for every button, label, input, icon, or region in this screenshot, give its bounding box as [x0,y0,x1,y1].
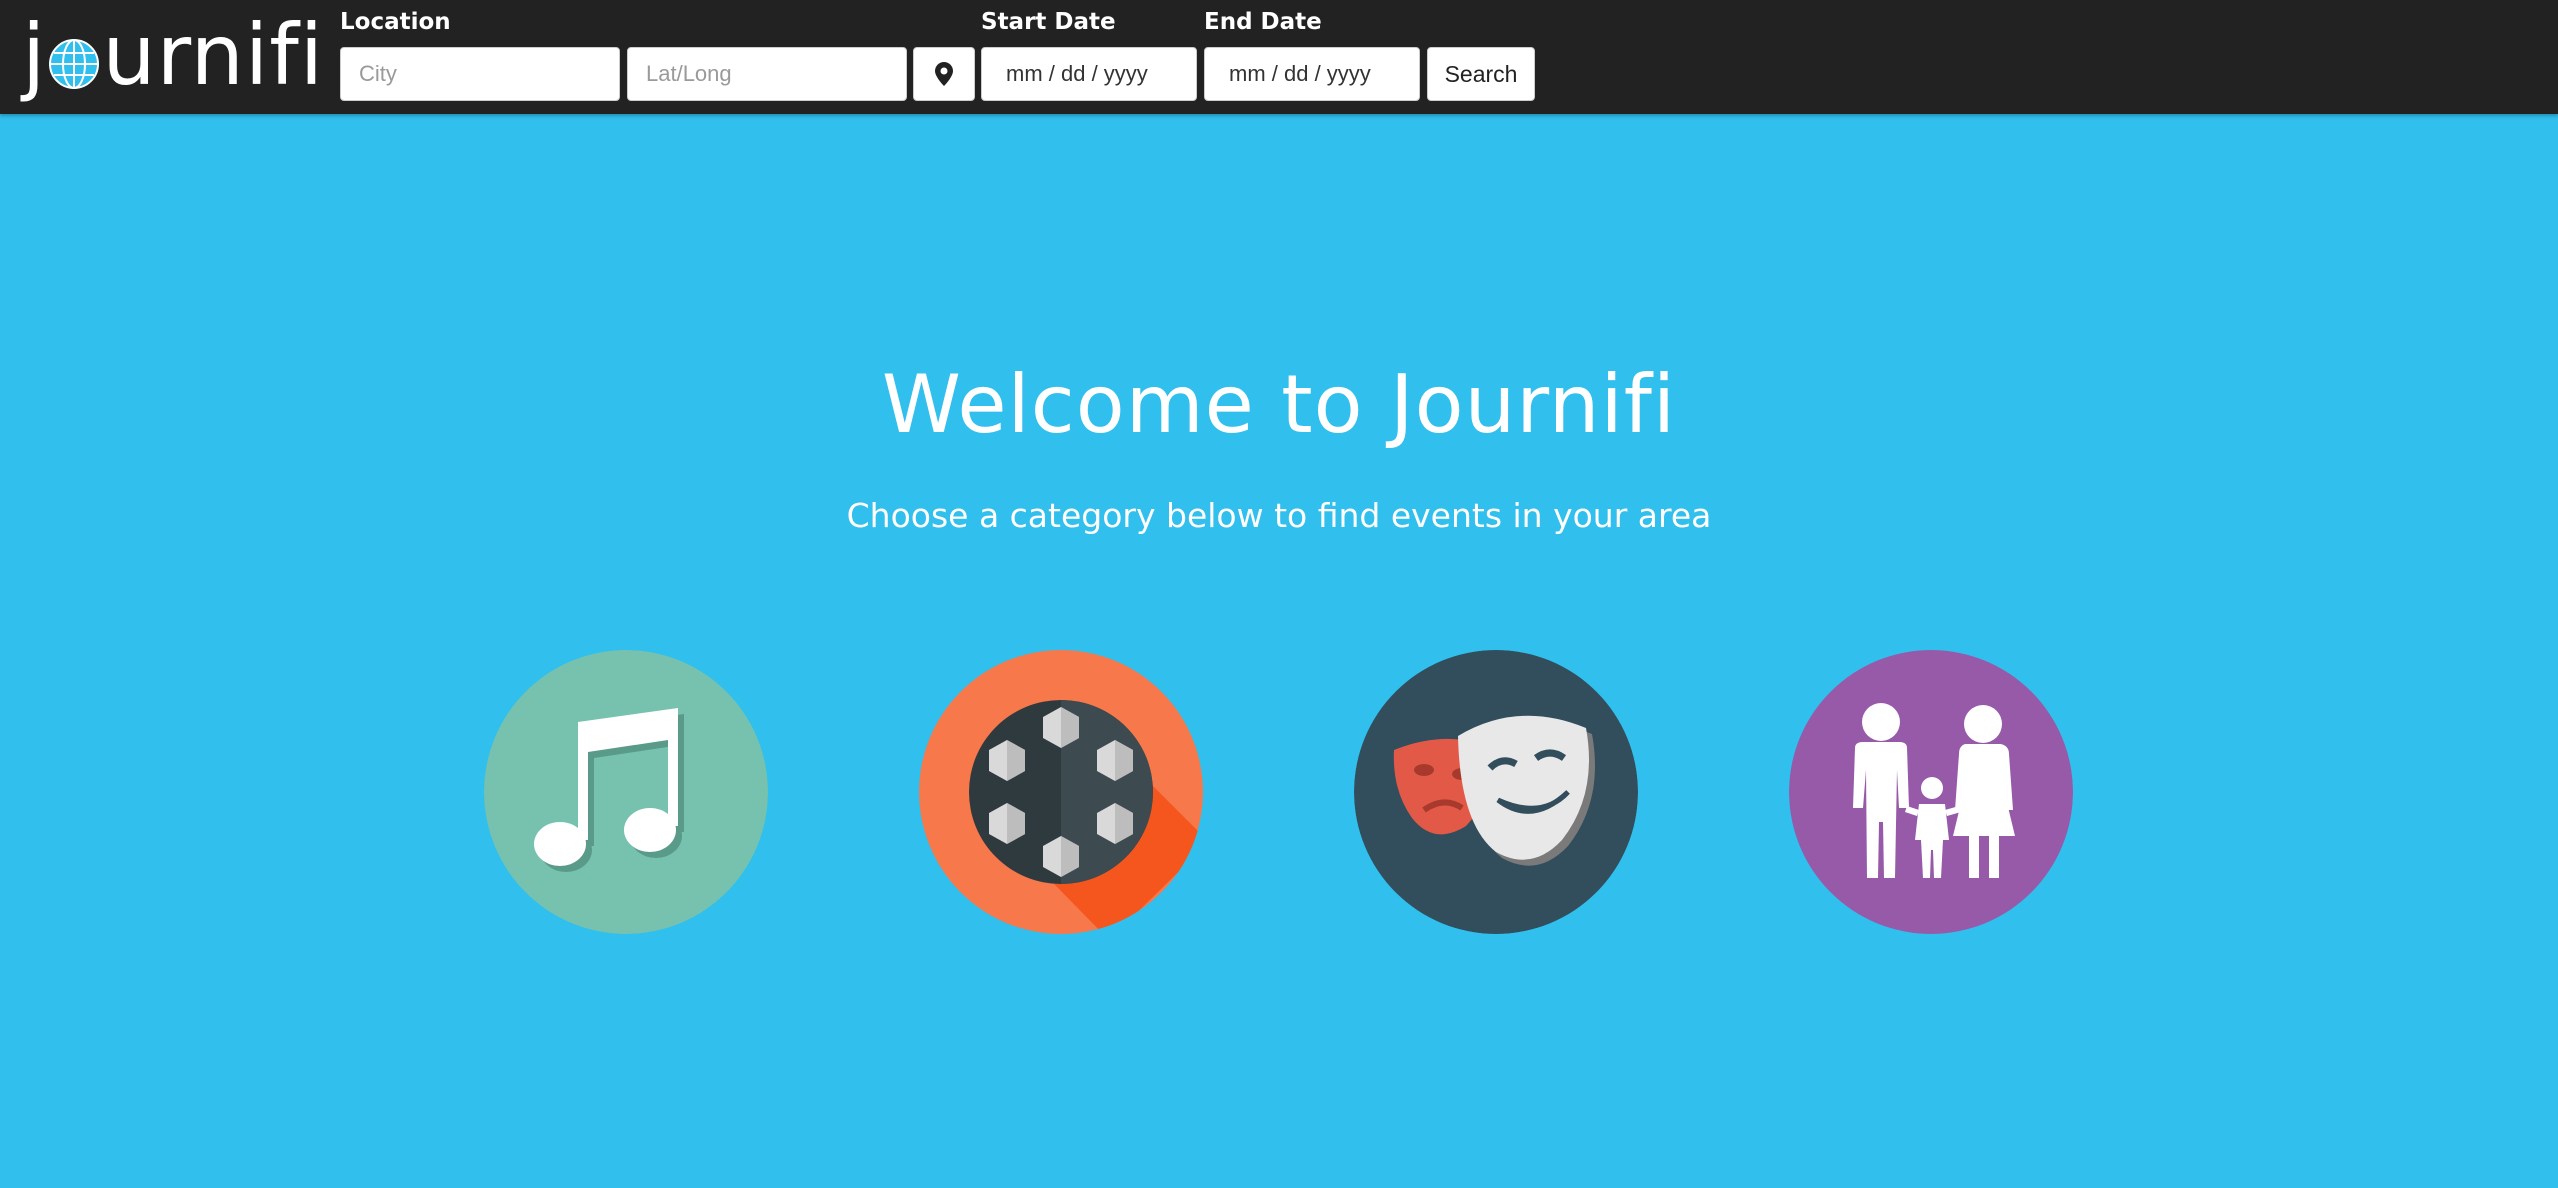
family-icon [1789,650,2073,934]
hero-subtitle: Choose a category below to find events i… [846,496,1712,535]
latlong-input[interactable] [627,47,907,101]
hero-title: Welcome to Journifi [881,358,1677,451]
start-date-label: Start Date [981,9,1116,35]
category-sports[interactable] [919,650,1203,934]
start-date-input[interactable]: mm / dd / yyyy [981,47,1197,101]
navbar: j urnifi Location Start Date mm / dd / y… [0,0,2558,114]
end-date-value: mm / dd / yyyy [1229,61,1371,86]
globe-icon [49,39,100,89]
current-location-button[interactable] [913,47,975,101]
soccer-ball-icon [919,650,1203,934]
logo-text-end: urnifi [102,6,325,104]
music-note-icon [484,650,768,934]
end-date-label: End Date [1204,9,1322,35]
category-music[interactable] [484,650,768,934]
theater-masks-icon [1354,650,1638,934]
logo-text-start: j [22,6,47,104]
search-button[interactable]: Search [1427,47,1535,101]
map-marker-icon [935,62,953,86]
category-theater[interactable] [1354,650,1638,934]
city-input[interactable] [340,47,620,101]
journifi-logo[interactable]: j urnifi [22,0,324,110]
end-date-input[interactable]: mm / dd / yyyy [1204,47,1420,101]
location-label: Location [340,9,451,35]
category-family[interactable] [1789,650,2073,934]
start-date-value: mm / dd / yyyy [1006,61,1148,86]
